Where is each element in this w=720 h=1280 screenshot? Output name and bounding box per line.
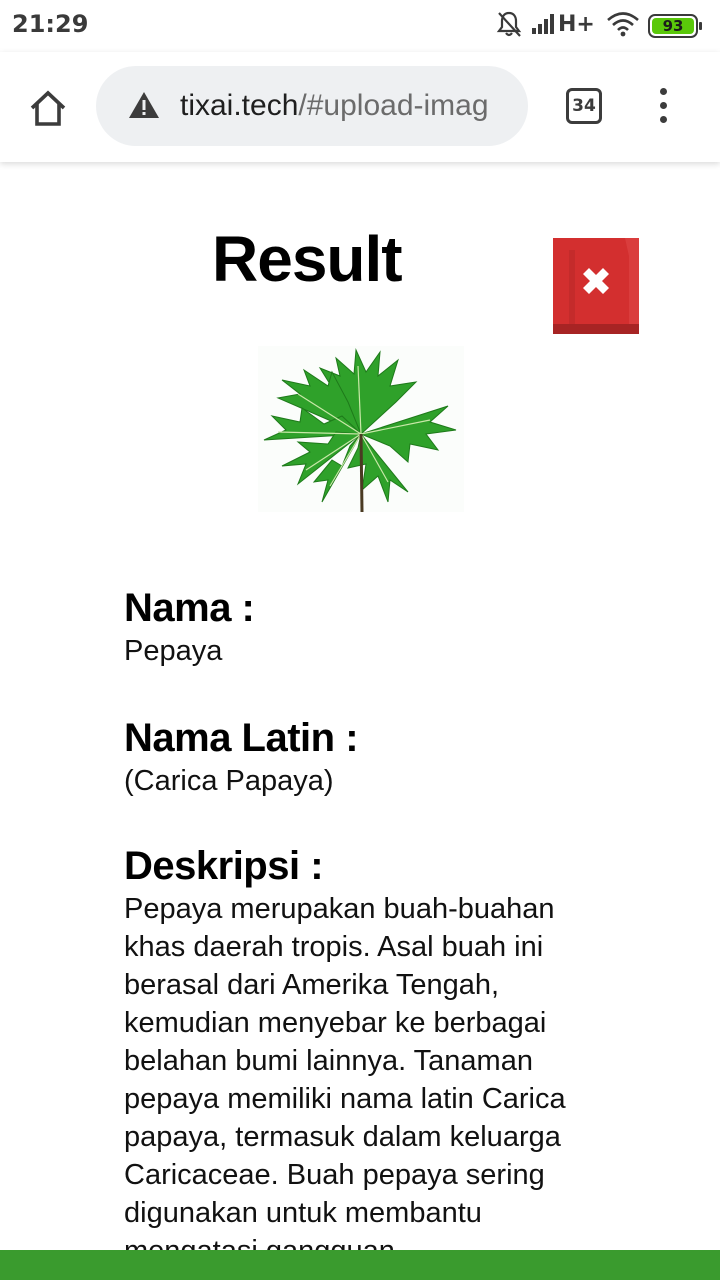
- home-icon[interactable]: [26, 86, 70, 130]
- bottom-bar: [0, 1250, 720, 1280]
- status-time: 21:29: [12, 10, 89, 38]
- description-section: Deskripsi : Pepaya merupakan buah-buahan…: [124, 842, 604, 1250]
- description-label: Deskripsi :: [124, 844, 324, 888]
- latin-value: (Carica Papaya): [124, 765, 334, 797]
- address-bar[interactable]: tixai.tech/#upload-imag: [96, 66, 528, 146]
- latin-label: Nama Latin :: [124, 716, 359, 760]
- tabs-button[interactable]: 34: [566, 88, 602, 124]
- close-icon[interactable]: [553, 238, 639, 334]
- status-bar: 21:29 H+ 93: [0, 0, 720, 52]
- url-path: /#upload-imag: [298, 89, 489, 122]
- browser-toolbar: tixai.tech/#upload-imag 34: [0, 52, 720, 162]
- page-title: Result: [212, 223, 403, 295]
- battery-icon: 93: [648, 14, 702, 38]
- papaya-leaf-image: [258, 346, 464, 512]
- wifi-icon: [607, 12, 639, 37]
- bell-off-icon: [496, 11, 522, 37]
- battery-level: 93: [662, 17, 684, 35]
- warning-icon[interactable]: [128, 90, 160, 120]
- url-text[interactable]: tixai.tech/#upload-imag: [180, 86, 510, 126]
- description-text: Pepaya merupakan buah-buahan khas daerah…: [124, 893, 566, 1250]
- signal-icon: [532, 14, 554, 34]
- nama-label: Nama :: [124, 586, 255, 630]
- nama-section: Nama : Pepaya: [124, 584, 604, 670]
- url-host: tixai.tech: [180, 89, 299, 122]
- latin-section: Nama Latin : (Carica Papaya): [124, 714, 604, 800]
- network-type: H+: [558, 12, 595, 37]
- more-vert-icon[interactable]: [654, 86, 674, 126]
- nama-value: Pepaya: [124, 635, 223, 667]
